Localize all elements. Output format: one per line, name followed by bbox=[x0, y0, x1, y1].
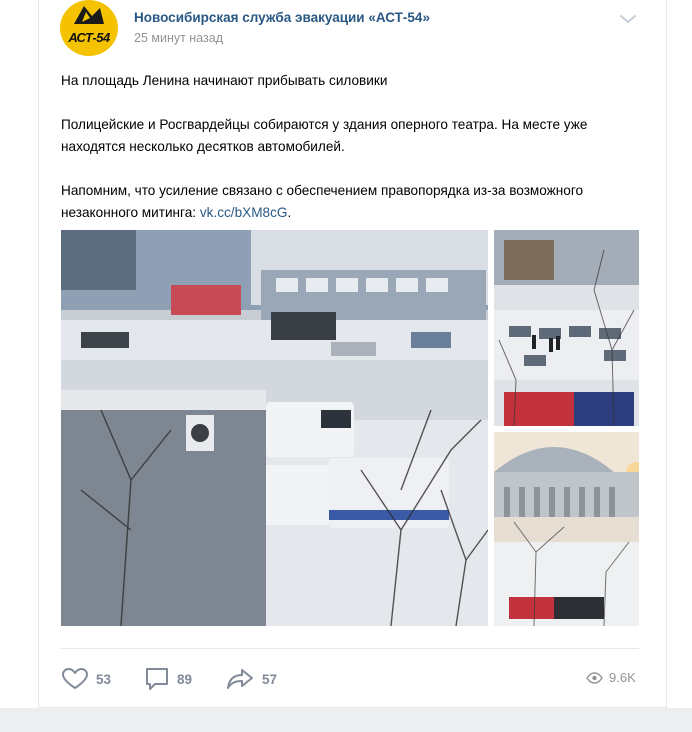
comment-count: 89 bbox=[177, 671, 193, 687]
photo-opera-theatre[interactable] bbox=[494, 432, 639, 626]
comment-button[interactable]: 89 bbox=[145, 666, 192, 692]
eye-icon bbox=[586, 671, 603, 684]
views-count: 9.6K bbox=[609, 670, 636, 685]
photo-street-vans[interactable] bbox=[61, 230, 488, 626]
views-counter: 9.6K bbox=[586, 670, 636, 685]
avatar[interactable]: АСТ-54 bbox=[60, 0, 118, 56]
footer-divider bbox=[61, 648, 639, 649]
post-paragraph-3: Напомним, что усиление связано с обеспеч… bbox=[61, 180, 646, 224]
like-count: 53 bbox=[96, 671, 112, 687]
post-paragraph-3-end: . bbox=[287, 205, 292, 220]
post-paragraph-1: На площадь Ленина начинают прибывать сил… bbox=[61, 73, 388, 88]
post-paragraph-3-text: Напомним, что усиление связано с обеспеч… bbox=[61, 183, 584, 220]
post-time[interactable]: 25 минут назад bbox=[134, 31, 223, 45]
page-background bbox=[0, 708, 692, 732]
comment-icon bbox=[146, 668, 168, 690]
share-count: 57 bbox=[262, 671, 278, 687]
post-link[interactable]: vk.cc/bXM8cG bbox=[200, 205, 288, 220]
post-paragraph-2: Полицейские и Росгвардейцы собираются у … bbox=[61, 117, 588, 154]
post-text: На площадь Ленина начинают прибывать сил… bbox=[61, 70, 646, 224]
share-button[interactable]: 57 bbox=[226, 666, 277, 692]
photo-square-cars[interactable] bbox=[494, 230, 639, 426]
logo-mark-icon bbox=[74, 6, 104, 24]
post-menu-chevron-icon[interactable] bbox=[616, 11, 640, 27]
heart-icon bbox=[62, 668, 88, 689]
like-button[interactable]: 53 bbox=[62, 666, 111, 692]
avatar-logo-text: АСТ-54 bbox=[68, 30, 110, 45]
share-arrow-icon bbox=[227, 669, 253, 689]
post-author-link[interactable]: Новосибирская служба эвакуации «АСТ-54» bbox=[134, 10, 430, 25]
